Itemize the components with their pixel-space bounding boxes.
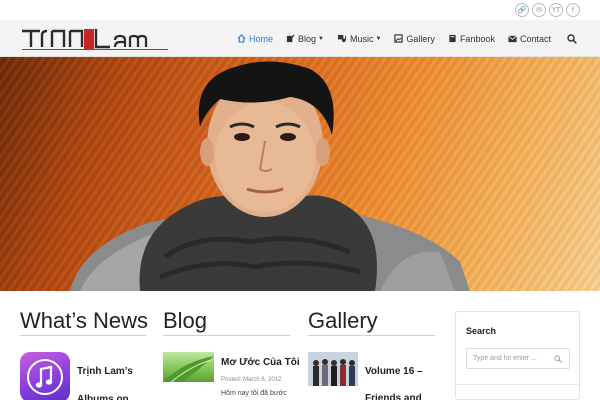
facebook-icon[interactable]: f [566,3,580,17]
top-bar: 🔗 ✉ YT f [0,0,600,20]
nav-contact-label: Contact [519,33,551,44]
blog-item-date: Posted: March 6, 2012 [221,377,282,383]
widget-divider [456,384,579,385]
search-widget-title: Search [466,326,497,336]
search-input-placeholder: Type and hit enter ... [473,355,537,362]
search-input[interactable]: Type and hit enter ... [466,348,570,369]
nav-blog-label: Blog [297,33,316,44]
search-icon[interactable] [554,355,562,363]
link-icon[interactable]: 🔗 [515,3,529,17]
music-icon [337,34,347,43]
nav-gallery-label: Gallery [406,33,435,44]
home-icon [237,34,246,43]
gallery-icon [394,34,404,43]
music-note-icon [27,359,63,395]
book-icon [449,34,456,43]
leaf-image [163,356,214,382]
site-header: Home Blog ▼ Music ▼ Gallery Fanbook Cont… [0,20,600,57]
blog-item-excerpt: Hôm nay tôi đã bước [221,390,287,397]
nav-contact[interactable]: Contact [508,34,551,44]
blog-item-title[interactable]: Mơ Ước Của Tôi [221,357,300,368]
search-icon [567,33,577,44]
news-section-title: What’s News [20,308,148,333]
hero-banner [0,57,600,291]
chevron-down-icon: ▼ [375,35,382,42]
logo-graphic [22,29,168,50]
blog-section-title: Blog [163,308,208,333]
mail-icon [508,35,517,42]
main-nav: Home Blog ▼ Music ▼ Gallery Fanbook Cont… [224,20,578,57]
group-photo-image [308,352,358,386]
news-item-title[interactable]: Trịnh Lam’s Albums on [77,358,147,400]
nav-blog[interactable]: Blog ▼ [286,34,324,44]
news-divider [20,335,146,336]
gallery-divider [308,335,435,336]
youtube-icon[interactable]: YT [549,3,563,17]
hero-portrait [70,61,470,291]
blog-icon [286,34,295,43]
gallery-thumbnail[interactable] [308,352,358,386]
site-logo[interactable] [20,27,170,51]
nav-fanbook-label: Fanbook [459,33,495,44]
search-widget: Search Type and hit enter ... [455,311,580,400]
nav-music[interactable]: Music ▼ [337,34,381,44]
itunes-icon[interactable] [20,352,70,400]
blog-divider [163,335,290,336]
nav-music-label: Music [349,33,374,44]
blog-thumbnail[interactable] [163,352,214,382]
nav-home-label: Home [248,33,273,44]
gallery-item-title[interactable]: Volume 16 – Friends and [365,358,435,400]
chevron-down-icon: ▼ [318,35,324,42]
nav-fanbook[interactable]: Fanbook [448,34,495,44]
nav-home[interactable]: Home [237,34,273,44]
gallery-section-title: Gallery [308,308,378,333]
nav-gallery[interactable]: Gallery [394,34,435,44]
social-links: 🔗 ✉ YT f [515,3,580,17]
email-icon[interactable]: ✉ [532,3,546,17]
search-button[interactable] [566,33,578,45]
